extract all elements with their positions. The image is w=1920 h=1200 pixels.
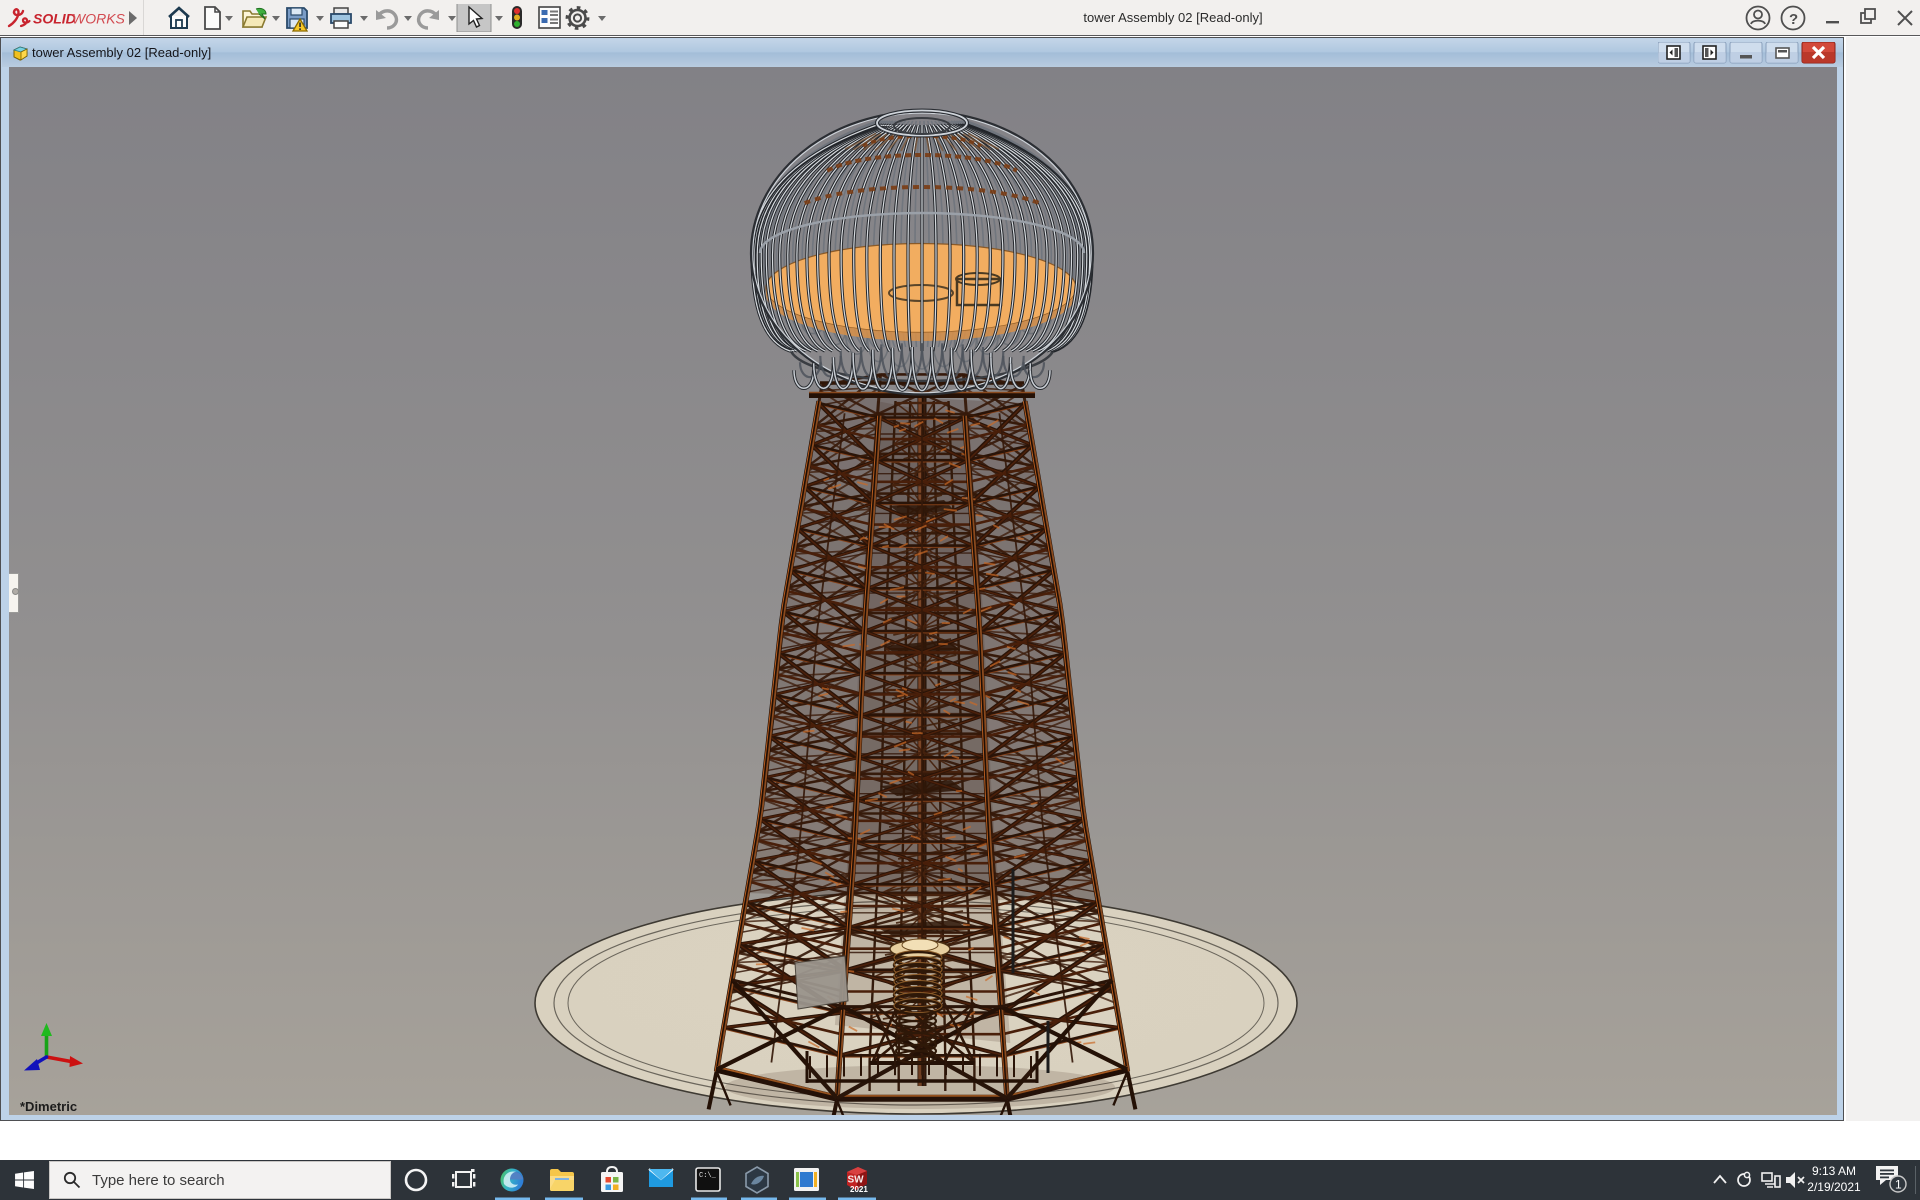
svg-text:1: 1 bbox=[1895, 1178, 1902, 1192]
svg-text:WORKS: WORKS bbox=[72, 11, 126, 27]
svg-text:?: ? bbox=[1789, 11, 1798, 28]
svg-text:C:\_: C:\_ bbox=[699, 1172, 717, 1180]
svg-text:*Dimetric: *Dimetric bbox=[20, 1099, 77, 1114]
svg-text:SOLID: SOLID bbox=[33, 11, 76, 27]
svg-text:2021: 2021 bbox=[850, 1185, 868, 1194]
svg-text:SW: SW bbox=[848, 1175, 865, 1186]
